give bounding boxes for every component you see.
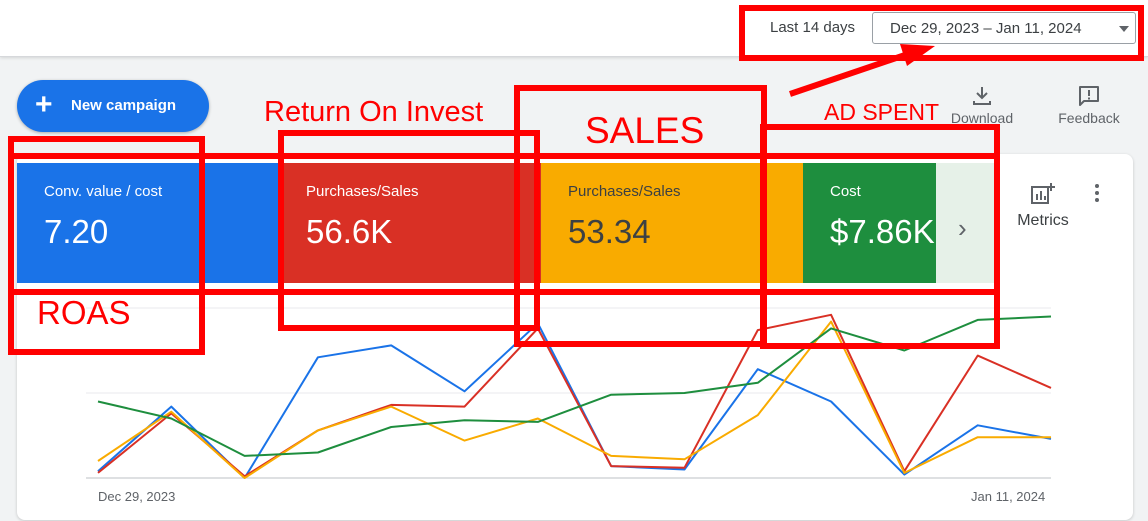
ad-spent-annotation: AD SPENT <box>824 99 940 125</box>
return-on-invest-annotation: Return On Invest <box>264 96 484 128</box>
roas-annotation: ROAS <box>37 294 131 331</box>
annotation-arrow <box>789 44 935 97</box>
sales-annotation: SALES <box>585 110 705 151</box>
